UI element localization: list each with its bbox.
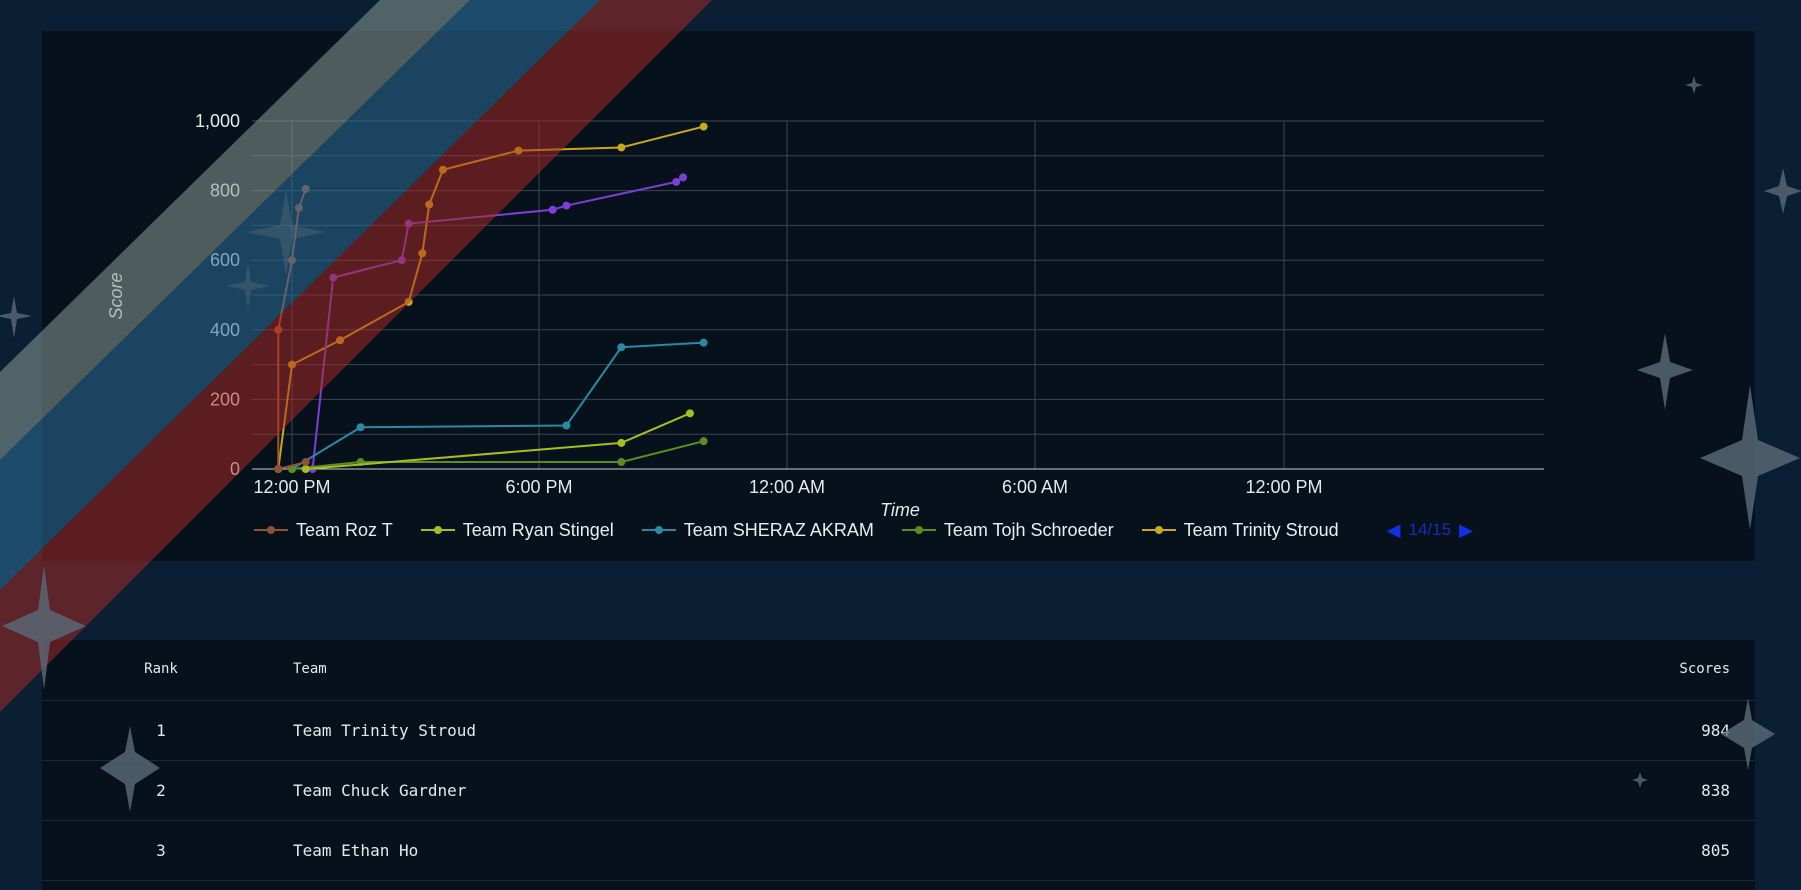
- y-tick-label: 600: [210, 250, 240, 270]
- x-tick-label: 6:00 AM: [1002, 477, 1068, 497]
- data-point[interactable]: [274, 325, 283, 334]
- x-tick-label: 12:00 PM: [253, 477, 330, 497]
- y-tick-label: 200: [210, 389, 240, 409]
- data-point[interactable]: [699, 437, 708, 446]
- table-row[interactable]: 3 Team Ethan Ho 805: [42, 820, 1755, 881]
- data-point[interactable]: [562, 421, 571, 430]
- data-point[interactable]: [418, 249, 427, 258]
- table-row[interactable]: 1 Team Trinity Stroud 984: [42, 700, 1755, 761]
- data-point[interactable]: [679, 173, 688, 182]
- rank-cell: 2: [156, 781, 166, 800]
- legend-label: Team SHERAZ AKRAM: [683, 519, 874, 540]
- data-point[interactable]: [288, 360, 296, 369]
- score-cell: 838: [1701, 781, 1730, 800]
- sparkle-icon: [1764, 168, 1801, 214]
- table-header-row: Rank Team Scores: [42, 640, 1755, 701]
- legend-item-roz-t[interactable]: Team Roz T: [254, 520, 393, 541]
- data-point[interactable]: [617, 438, 626, 447]
- data-point[interactable]: [617, 143, 626, 152]
- prev-page-icon[interactable]: ◀: [1387, 520, 1401, 541]
- legend-pager: ◀ 14/15 ▶: [1387, 520, 1473, 541]
- chart-series-group: [274, 122, 708, 473]
- legend-item-sheraz-akram[interactable]: Team SHERAZ AKRAM: [641, 519, 874, 541]
- data-point[interactable]: [336, 336, 345, 345]
- column-header-scores[interactable]: Scores: [1679, 661, 1730, 677]
- data-point[interactable]: [301, 465, 310, 473]
- scoreboard-table: Rank Team Scores 1 Team Trinity Stroud 9…: [42, 640, 1755, 890]
- data-point[interactable]: [301, 458, 310, 467]
- column-header-team[interactable]: Team: [293, 661, 327, 677]
- score-cell: 984: [1701, 721, 1730, 740]
- y-tick-label: 1,000: [195, 111, 240, 131]
- chart-grid: [252, 120, 1544, 470]
- legend-swatch-icon: [420, 526, 455, 534]
- legend-label: Team Ryan Stingel: [462, 519, 614, 540]
- rank-cell: 1: [156, 721, 166, 740]
- x-tick-label: 6:00 PM: [505, 477, 572, 497]
- y-tick-label: 400: [210, 320, 240, 340]
- sparkle-icon: [0, 296, 32, 338]
- data-point[interactable]: [397, 256, 406, 265]
- series-line[interactable]: [291, 341, 704, 470]
- data-point[interactable]: [288, 256, 296, 265]
- data-point[interactable]: [329, 273, 338, 282]
- legend-swatch-icon: [641, 526, 676, 534]
- y-tick-label: 0: [230, 459, 240, 479]
- data-point[interactable]: [548, 205, 557, 214]
- legend-label: Team Trinity Stroud: [1183, 519, 1339, 540]
- data-point[interactable]: [699, 122, 708, 131]
- data-point[interactable]: [672, 177, 681, 186]
- data-point[interactable]: [425, 200, 434, 209]
- column-header-rank[interactable]: Rank: [122, 661, 200, 677]
- legend-item-ryan-stingel[interactable]: Team Ryan Stingel: [420, 519, 614, 541]
- score-chart-panel: 1,000 800 600 400 200 0 12:00 PM 6:00 PM 12:00 A…: [42, 31, 1755, 561]
- legend-label: Team Tojh Schroeder: [943, 519, 1114, 540]
- chart-legend: Team Roz T Team Ryan Stingel Team SHERAZ…: [254, 519, 1473, 541]
- y-axis-title: Score: [106, 272, 126, 319]
- data-point[interactable]: [562, 201, 571, 210]
- legend-swatch-icon: [1141, 526, 1176, 534]
- score-cell: 805: [1701, 841, 1730, 860]
- x-tick-label: 12:00 PM: [1245, 477, 1322, 497]
- legend-page-indicator: 14/15: [1408, 520, 1452, 539]
- score-chart: 1,000 800 600 400 200 0 12:00 PM 6:00 PM 12:00 A…: [106, 111, 1544, 520]
- legend-label: Team Roz T: [296, 519, 393, 540]
- rank-cell: 3: [156, 841, 166, 860]
- legend-item-tojh-schroeder[interactable]: Team Tojh Schroeder: [901, 519, 1114, 541]
- x-axis-title: Time: [880, 500, 920, 520]
- legend-swatch-icon: [254, 526, 288, 534]
- data-point[interactable]: [438, 165, 447, 174]
- data-point[interactable]: [404, 297, 413, 306]
- legend-swatch-icon: [901, 526, 936, 534]
- data-point[interactable]: [514, 146, 523, 155]
- data-point[interactable]: [274, 465, 283, 473]
- data-point[interactable]: [617, 343, 626, 352]
- next-page-icon[interactable]: ▶: [1459, 520, 1473, 541]
- data-point[interactable]: [294, 204, 303, 212]
- team-cell: Team Trinity Stroud: [293, 721, 477, 740]
- data-point[interactable]: [301, 184, 310, 193]
- table-row[interactable]: 2 Team Chuck Gardner 838: [42, 760, 1755, 821]
- data-point[interactable]: [685, 409, 694, 418]
- data-point[interactable]: [617, 458, 626, 467]
- data-point[interactable]: [699, 338, 708, 347]
- team-cell: Team Ethan Ho: [293, 841, 419, 860]
- team-cell: Team Chuck Gardner: [293, 781, 467, 800]
- data-point[interactable]: [404, 219, 413, 228]
- x-tick-label: 12:00 AM: [749, 477, 825, 497]
- y-tick-label: 800: [210, 181, 240, 201]
- legend-item-trinity-stroud[interactable]: Team Trinity Stroud: [1141, 519, 1339, 541]
- data-point[interactable]: [356, 423, 365, 432]
- series-line[interactable]: [277, 125, 704, 470]
